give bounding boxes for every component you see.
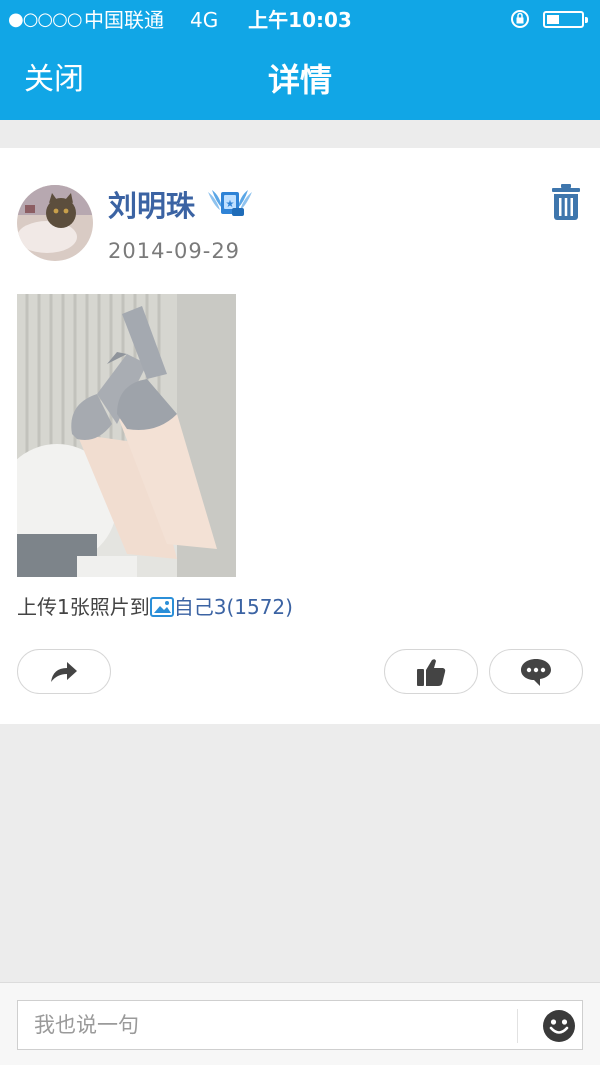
post-photo[interactable] (17, 294, 236, 577)
upload-prefix: 上传1张照片到 (17, 595, 150, 619)
post-card: 刘明珠 ★ 2014-09-29 上传1张照片到 自己3(1572) (0, 148, 600, 724)
battery-icon (543, 11, 588, 28)
share-button[interactable] (17, 649, 111, 694)
like-button[interactable] (384, 649, 478, 694)
comment-button[interactable] (489, 649, 583, 694)
comment-placeholder: 我也说一句 (34, 1013, 139, 1037)
nav-bar: 关闭 详情 (0, 40, 600, 120)
thumbs-up-icon (417, 658, 446, 686)
comment-bar: 我也说一句 (0, 982, 600, 1065)
avatar-image (17, 185, 93, 261)
share-arrow-icon (51, 661, 77, 682)
status-bar: ●○○○○ 中国联通 4G 上午10:03 (0, 0, 600, 40)
smiley-icon[interactable] (542, 1009, 576, 1043)
comment-input[interactable]: 我也说一句 (17, 1000, 583, 1050)
vip-wing-badge-icon: ★ (208, 190, 252, 216)
battery-fill (547, 15, 559, 24)
trash-icon[interactable] (551, 184, 581, 220)
page-title: 详情 (267, 61, 332, 99)
input-divider (517, 1009, 518, 1043)
photo-image (17, 294, 236, 577)
upload-description: 上传1张照片到 自己3(1572) (17, 592, 293, 622)
speech-bubble-icon (521, 658, 551, 686)
album-icon (149, 597, 174, 617)
top-bar: ●○○○○ 中国联通 4G 上午10:03 关闭 详情 (0, 0, 600, 120)
post-date: 2014-09-29 (108, 239, 241, 263)
avatar[interactable] (17, 185, 93, 261)
username[interactable]: 刘明珠 (108, 186, 195, 226)
album-link[interactable]: 自己3(1572) (174, 595, 293, 619)
rotation-lock-icon (511, 10, 529, 28)
